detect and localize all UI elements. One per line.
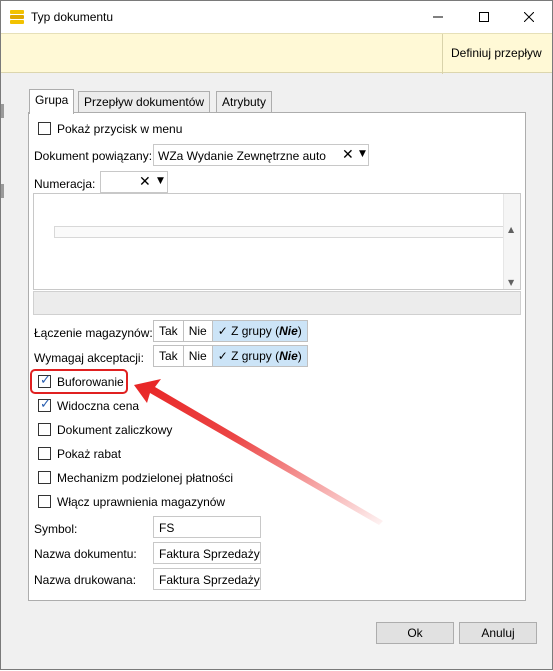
tab-grupa[interactable]: Grupa [29,89,75,114]
dialog-window: Typ dokumentu Definiuj przepływ Grupa Pr… [0,0,553,670]
annotation-arrow-icon [134,379,383,525]
